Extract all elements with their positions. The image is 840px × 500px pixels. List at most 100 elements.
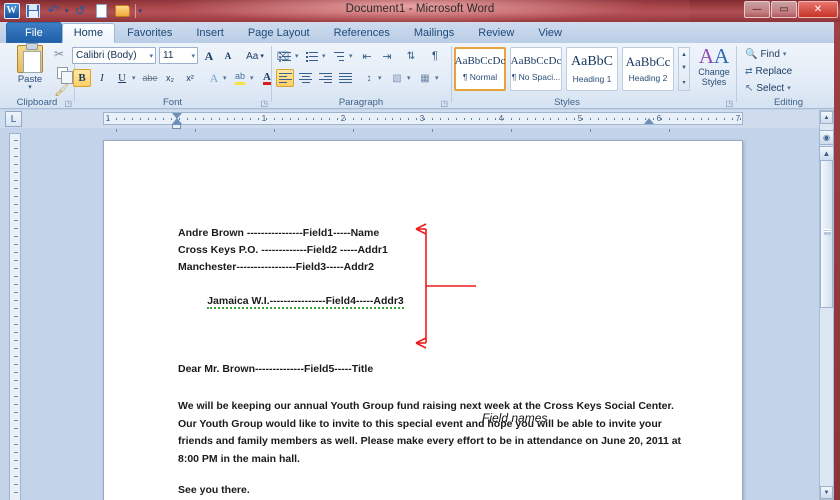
shading-caret-icon[interactable]: ▾: [407, 74, 411, 82]
style-no-spacing[interactable]: AaBbCcDc ¶ No Spaci...: [510, 47, 562, 91]
ruler-tick: [281, 118, 283, 120]
select-button[interactable]: ↖ Select ▾: [745, 80, 791, 96]
multilevel-caret-icon[interactable]: ▾: [349, 52, 353, 60]
borders-caret-icon[interactable]: ▾: [435, 74, 439, 82]
multilevel-list-button[interactable]: [330, 47, 348, 65]
style-heading-2[interactable]: AaBbCc Heading 2: [622, 47, 674, 91]
previous-page-button[interactable]: ▲: [819, 146, 834, 161]
find-label: Find: [760, 48, 780, 60]
change-case-button[interactable]: Aa ▾: [242, 47, 268, 65]
browse-object-button[interactable]: ◉: [819, 130, 834, 145]
highlight-color-button[interactable]: ab: [231, 69, 249, 87]
replace-button[interactable]: ⇄ Replace: [745, 63, 792, 79]
ruler-tick: [289, 118, 291, 120]
tab-mailings[interactable]: Mailings: [402, 23, 466, 43]
styles-scroll-up-icon[interactable]: ▲: [681, 52, 687, 58]
styles-more-icon[interactable]: ▾: [682, 79, 685, 86]
field-line: Cross Keys P.O. -------------Field2 ----…: [178, 244, 388, 256]
shading-button[interactable]: ▧: [388, 69, 406, 87]
horizontal-ruler[interactable]: 1 1 2 3 4 5 6 7: [103, 112, 743, 132]
superscript-button[interactable]: x²: [181, 69, 199, 87]
underline-caret-icon[interactable]: ▾: [132, 74, 136, 82]
copy-button[interactable]: [54, 64, 73, 84]
italic-button[interactable]: I: [93, 69, 111, 87]
sort-button[interactable]: ⇅: [402, 47, 420, 65]
maximize-button[interactable]: ▭: [771, 1, 797, 18]
show-formatting-marks-button[interactable]: ¶: [426, 47, 444, 65]
paste-button[interactable]: Paste ▾: [8, 43, 52, 91]
change-case-caret-icon[interactable]: ▾: [260, 52, 264, 60]
font-name-caret-icon[interactable]: ▾: [149, 52, 153, 60]
bullets-caret-icon[interactable]: ▾: [295, 52, 299, 60]
styles-scroll-down-icon[interactable]: ▼: [681, 65, 687, 71]
close-button[interactable]: ✕: [798, 1, 838, 18]
vertical-ruler-tick: [14, 460, 18, 461]
ruler-tick: [708, 118, 710, 120]
vertical-ruler-tick: [14, 476, 18, 477]
underline-button[interactable]: U: [113, 69, 131, 87]
tab-favorites[interactable]: Favorites: [115, 23, 184, 43]
font-size-caret-icon[interactable]: ▾: [191, 52, 195, 60]
text-effects-caret-icon[interactable]: ▾: [223, 74, 227, 82]
style-heading-1[interactable]: AaBbC Heading 1: [566, 47, 618, 91]
text-effects-button[interactable]: A: [205, 69, 223, 87]
tab-view[interactable]: View: [526, 23, 574, 43]
vertical-ruler-tick: [14, 276, 18, 277]
grow-font-button[interactable]: A: [200, 47, 218, 65]
vertical-ruler-tick: [14, 308, 18, 309]
shrink-font-button[interactable]: A: [219, 47, 237, 65]
tab-references[interactable]: References: [322, 23, 402, 43]
document-page[interactable]: Andre Brown ----------------Field1-----N…: [103, 140, 743, 500]
borders-button[interactable]: ▦: [416, 69, 434, 87]
subscript-button[interactable]: x₂: [161, 69, 179, 87]
cut-button[interactable]: ✂: [54, 46, 71, 63]
numbering-button[interactable]: [303, 47, 321, 65]
field-line: Jamaica W.I.----------------Field4-----A…: [178, 276, 683, 327]
font-name-input[interactable]: Calibri (Body) ▾: [72, 47, 156, 64]
vertical-ruler[interactable]: [9, 133, 21, 500]
paragraph-group-label: Paragraph: [338, 97, 384, 108]
tab-page-layout[interactable]: Page Layout: [236, 23, 322, 43]
tab-stop-selector[interactable]: L: [5, 111, 22, 127]
field-line: Andre Brown ----------------Field1-----N…: [178, 227, 380, 239]
tab-insert[interactable]: Insert: [184, 23, 236, 43]
strikethrough-button[interactable]: abe: [141, 69, 159, 87]
select-caret-icon[interactable]: ▾: [787, 84, 791, 92]
styles-gallery-scroll[interactable]: ▲ ▼ ▾: [678, 47, 690, 91]
align-left-button[interactable]: [276, 69, 294, 87]
vertical-scrollbar[interactable]: ▲ ▼: [819, 110, 834, 500]
paste-caret-icon[interactable]: ▾: [8, 84, 52, 91]
highlight-caret-icon[interactable]: ▾: [250, 74, 254, 82]
change-styles-button[interactable]: AA Change Styles: [694, 45, 734, 87]
numbering-caret-icon[interactable]: ▾: [322, 52, 326, 60]
find-caret-icon[interactable]: ▾: [783, 50, 787, 58]
paragraph-dialog-launcher[interactable]: ◳: [440, 99, 448, 108]
scroll-down-button[interactable]: ▼: [820, 486, 833, 499]
minimize-button[interactable]: —: [744, 1, 770, 18]
style-normal[interactable]: AaBbCcDc ¶ Normal: [454, 47, 506, 91]
scroll-up-button[interactable]: ▲: [820, 111, 833, 124]
ruler-tick: [684, 118, 686, 120]
align-right-button[interactable]: [316, 69, 334, 87]
scroll-down-icon: ▼: [823, 489, 830, 496]
tab-file[interactable]: File: [6, 22, 62, 43]
bullets-button[interactable]: [276, 47, 294, 65]
tab-home[interactable]: Home: [61, 23, 116, 43]
decrease-indent-button[interactable]: ⇤: [358, 47, 376, 65]
styles-dialog-launcher[interactable]: ◳: [725, 99, 733, 108]
clipboard-dialog-launcher[interactable]: ◳: [64, 99, 72, 108]
justify-button[interactable]: [336, 69, 354, 87]
line-spacing-caret-icon[interactable]: ▾: [378, 74, 382, 82]
bold-button[interactable]: B: [73, 69, 91, 87]
copy-icon: [57, 67, 73, 84]
tab-review[interactable]: Review: [466, 23, 526, 43]
tab-stop-icon: L: [10, 113, 17, 125]
scrollbar-thumb[interactable]: [820, 158, 833, 308]
font-size-input[interactable]: 11 ▾: [159, 47, 198, 64]
document-text[interactable]: Andre Brown ----------------Field1-----N…: [178, 225, 683, 500]
increase-indent-button[interactable]: ⇥: [378, 47, 396, 65]
font-dialog-launcher[interactable]: ◳: [260, 99, 268, 108]
align-center-button[interactable]: [296, 69, 314, 87]
find-button[interactable]: 🔍 Find ▾: [745, 46, 786, 62]
line-spacing-button[interactable]: ↕: [360, 69, 378, 87]
